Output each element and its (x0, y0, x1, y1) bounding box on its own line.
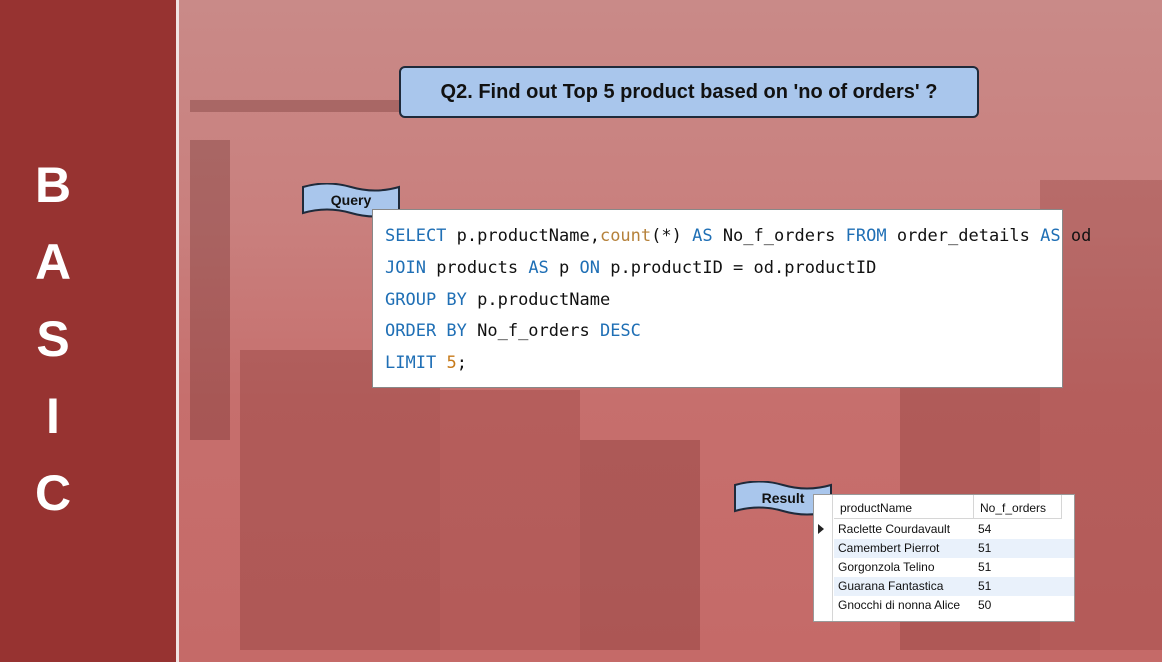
table-row[interactable]: Raclette Courdavault 54 (834, 520, 1074, 539)
column-header-No_f_orders[interactable]: No_f_orders (974, 495, 1062, 519)
table-row[interactable]: Guarana Fantastica 51 (834, 577, 1074, 596)
cell-No_f_orders: 51 (978, 541, 992, 555)
cell-productName: Raclette Courdavault (838, 522, 951, 536)
cell-productName: Guarana Fantastica (838, 579, 944, 593)
sidebar-letter: A (34, 234, 72, 290)
sql-line: ORDER BY No_f_orders DESC (385, 321, 641, 341)
column-header-productName[interactable]: productName (834, 495, 974, 519)
cell-No_f_orders: 54 (978, 522, 992, 536)
cell-No_f_orders: 51 (978, 579, 992, 593)
sql-line: GROUP BY p.productName (385, 290, 611, 310)
sql-line: SELECT p.productName,count(*) AS No_f_or… (385, 226, 1092, 246)
table-row[interactable]: Camembert Pierrot 51 (834, 539, 1074, 558)
cell-productName: Gorgonzola Telino (838, 560, 935, 574)
sql-line: LIMIT 5; (385, 353, 467, 373)
question-banner: Q2. Find out Top 5 product based on 'no … (399, 66, 979, 118)
current-row-arrow-icon (818, 524, 824, 534)
sidebar-letter: C (34, 465, 72, 521)
cell-productName: Gnocchi di nonna Alice (838, 598, 961, 612)
sql-query-box: SELECT p.productName,count(*) AS No_f_or… (372, 209, 1091, 388)
sidebar-basic: B A S I C (0, 0, 179, 662)
sidebar-letter: I (46, 388, 60, 444)
row-selector-column (814, 495, 833, 621)
sidebar-letter: B (34, 157, 72, 213)
cell-No_f_orders: 50 (978, 598, 992, 612)
sql-line: JOIN products AS p ON p.productID = od.p… (385, 258, 877, 278)
table-row[interactable]: Gorgonzola Telino 51 (834, 558, 1074, 577)
cell-No_f_orders: 51 (978, 560, 992, 574)
sidebar-letter: S (36, 311, 70, 367)
cell-productName: Camembert Pierrot (838, 541, 940, 555)
table-row[interactable]: Gnocchi di nonna Alice 50 (834, 596, 1074, 615)
result-grid: productName No_f_orders Raclette Courdav… (813, 494, 1075, 622)
